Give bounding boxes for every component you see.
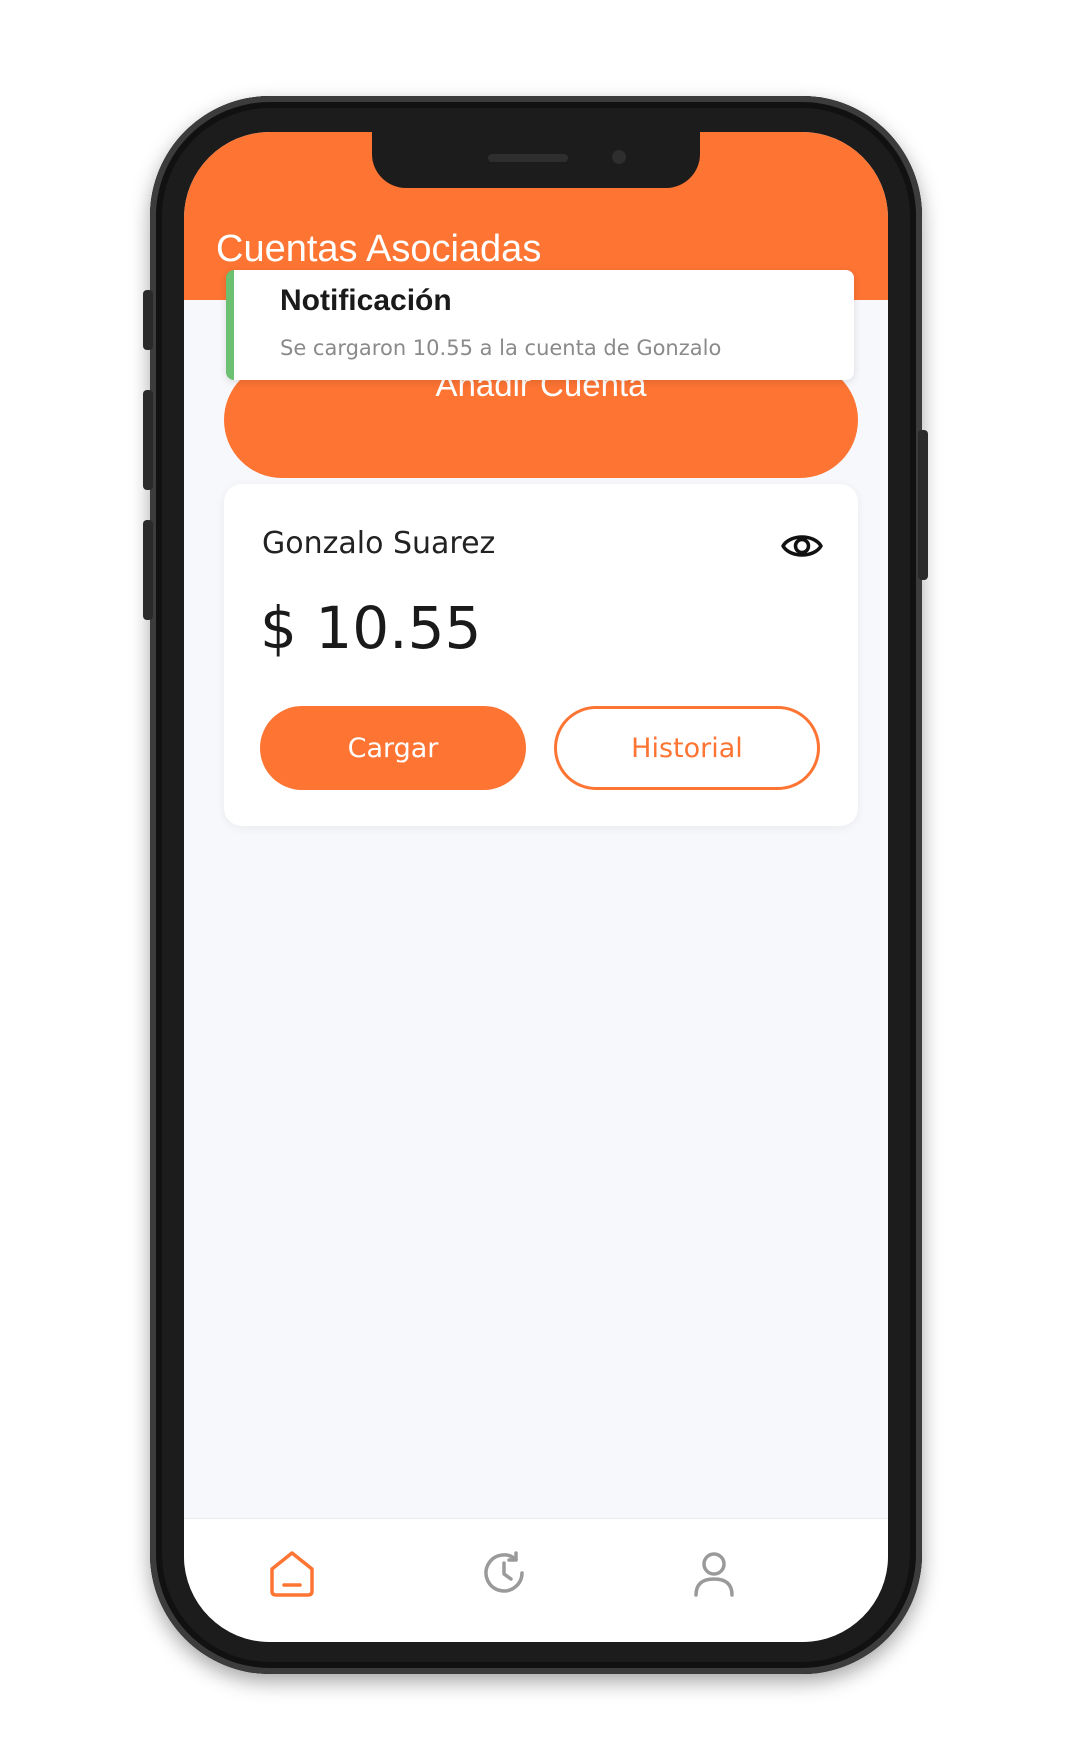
- eye-icon[interactable]: [780, 524, 824, 568]
- front-camera: [612, 150, 626, 164]
- history-icon[interactable]: [476, 1545, 532, 1601]
- account-holder-name: Gonzalo Suarez: [262, 526, 496, 561]
- phone-notch: [372, 132, 700, 188]
- power-button: [918, 430, 928, 580]
- page-title: Cuentas Asociadas: [216, 228, 542, 270]
- profile-icon[interactable]: [686, 1545, 742, 1601]
- volume-up-button: [143, 390, 153, 490]
- app-screen: Cuentas Asociadas Añadir Cuenta Notifica…: [184, 132, 888, 1642]
- account-balance: $ 10.55: [260, 594, 482, 662]
- volume-down-button: [143, 520, 153, 620]
- history-button[interactable]: Historial: [554, 706, 820, 790]
- home-icon[interactable]: [264, 1545, 320, 1601]
- notification-toast[interactable]: Notificación Se cargaron 10.55 a la cuen…: [226, 270, 854, 380]
- load-funds-button[interactable]: Cargar: [260, 706, 526, 790]
- silent-switch: [143, 290, 153, 350]
- notification-title: Notificación: [280, 284, 452, 317]
- notification-message: Se cargaron 10.55 a la cuenta de Gonzalo: [280, 336, 722, 360]
- account-card: Gonzalo Suarez $ 10.55 Cargar Historial: [224, 484, 858, 826]
- speaker-grille: [488, 154, 568, 162]
- bottom-navigation: [184, 1518, 888, 1642]
